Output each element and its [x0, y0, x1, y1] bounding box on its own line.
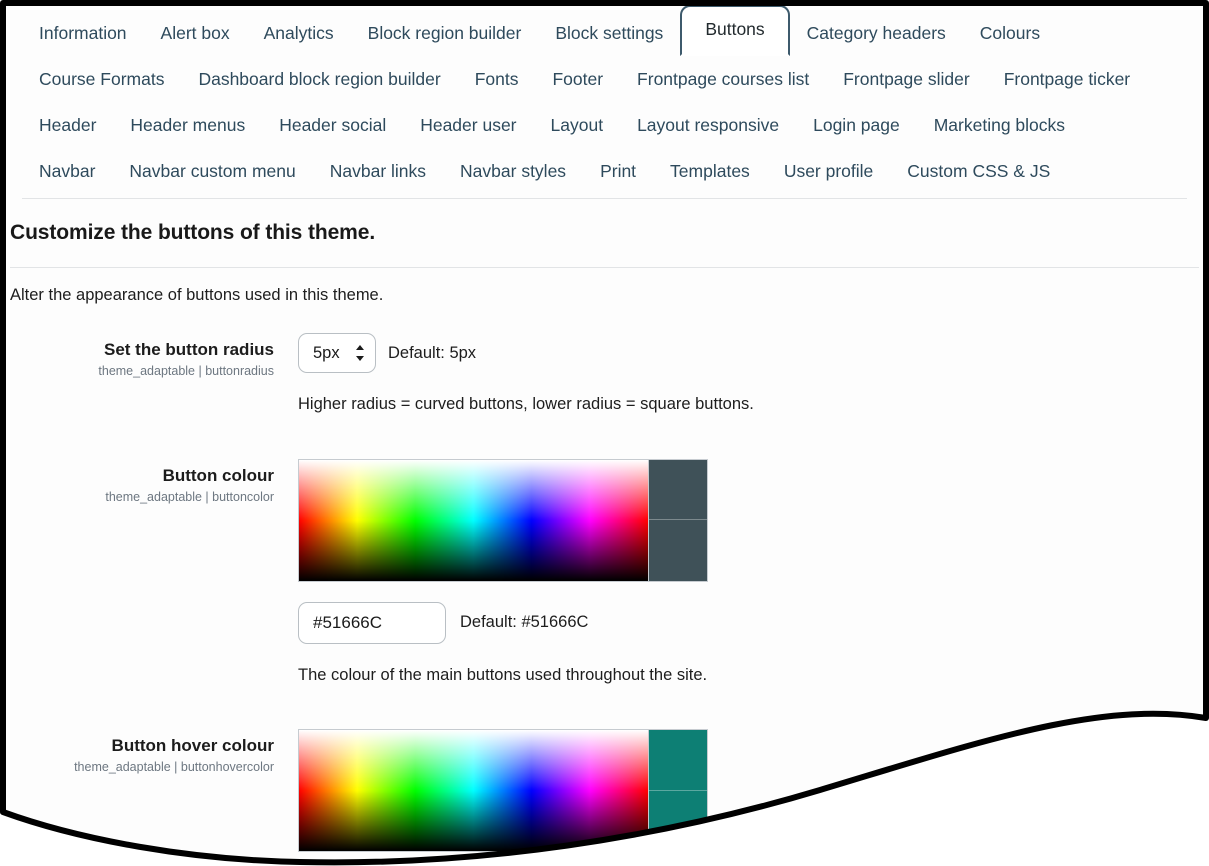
colour-swatch-group [649, 730, 707, 851]
tab-row: Header Header menus Header social Header us… [22, 100, 1187, 146]
tab-block-region-builder[interactable]: Block region builder [351, 13, 539, 55]
setting-control-column: Default: #51666C The colour of the main … [298, 459, 1199, 702]
setting-label-column: Button hover colour theme_adaptable | bu… [10, 729, 298, 774]
tab-header[interactable]: Header [22, 105, 113, 147]
colour-swatch-group [649, 460, 707, 581]
screenshot-root: Information Alert box Analytics Block regio… [0, 0, 1209, 866]
tab-header-user[interactable]: Header user [403, 105, 533, 147]
button-colour-default-note: Default: #51666C [460, 613, 589, 631]
button-colour-picker[interactable] [298, 459, 708, 582]
colour-gradient-area[interactable] [299, 460, 648, 581]
setting-control-column: 5px Default: 5px Higher radius = curved … [298, 333, 1199, 431]
colour-gradient-area[interactable] [299, 730, 648, 851]
setting-label: Button colour [162, 465, 274, 485]
page-title: Customize the buttons of this theme. [10, 221, 376, 244]
tab-marketing-blocks[interactable]: Marketing blocks [917, 105, 1082, 147]
tab-information[interactable]: Information [22, 13, 144, 55]
setting-label: Button hover colour [111, 736, 274, 755]
tab-templates[interactable]: Templates [653, 151, 767, 193]
setting-label: Set the button radius [104, 340, 274, 359]
tab-custom-css-js[interactable]: Custom CSS & JS [890, 151, 1067, 193]
theme-settings-tabs: Information Alert box Analytics Block regio… [0, 0, 1209, 199]
tab-course-formats[interactable]: Course Formats [22, 59, 181, 101]
tab-alert-box[interactable]: Alert box [144, 13, 247, 55]
tab-category-headers[interactable]: Category headers [790, 13, 963, 55]
tab-navbar-custom-menu[interactable]: Navbar custom menu [112, 151, 312, 193]
tab-frontpage-courses-list[interactable]: Frontpage courses list [620, 59, 826, 101]
colour-swatch-current[interactable] [649, 730, 707, 791]
setting-meta: theme_adaptable | buttoncolor [105, 489, 274, 504]
setting-label-column: Button colour theme_adaptable | buttonco… [10, 459, 298, 504]
tab-user-profile[interactable]: User profile [767, 151, 890, 193]
setting-button-hover-colour: Button hover colour theme_adaptable | bu… [10, 729, 1199, 866]
setting-button-colour: Button colour theme_adaptable | buttonco… [10, 459, 1199, 702]
tab-login-page[interactable]: Login page [796, 105, 917, 147]
page-intro-text: Alter the appearance of buttons used in … [10, 286, 384, 304]
button-hover-colour-picker[interactable] [298, 729, 708, 852]
tab-navbar[interactable]: Navbar [22, 151, 112, 193]
tab-analytics[interactable]: Analytics [247, 13, 351, 55]
tab-row: Navbar Navbar custom menu Navbar links Navb… [22, 146, 1187, 192]
tab-row: Course Formats Dashboard block region bui… [22, 54, 1187, 100]
tab-buttons[interactable]: Buttons [680, 5, 789, 57]
tab-footer[interactable]: Footer [535, 59, 620, 101]
button-radius-selected-value: 5px [313, 343, 340, 362]
chevron-up-down-icon [355, 345, 364, 361]
tab-rows: Information Alert box Analytics Block regio… [22, 8, 1187, 192]
setting-button-radius: Set the button radius theme_adaptable | … [10, 333, 1199, 431]
tab-colours[interactable]: Colours [963, 13, 1057, 55]
tab-frontpage-slider[interactable]: Frontpage slider [826, 59, 986, 101]
settings-list: Set the button radius theme_adaptable | … [0, 333, 1209, 866]
button-radius-default-note: Default: 5px [388, 343, 477, 362]
page-heading-block: Customize the buttons of this theme. Alt… [0, 199, 1209, 305]
colour-swatch-current[interactable] [649, 460, 707, 521]
button-colour-hex-row: Default: #51666C [298, 602, 1199, 644]
tab-row: Information Alert box Analytics Block regio… [22, 8, 1187, 54]
button-colour-description: The colour of the main buttons used thro… [298, 665, 708, 684]
button-radius-select[interactable]: 5px [298, 333, 376, 373]
setting-meta: theme_adaptable | buttonradius [98, 364, 274, 379]
setting-label-column: Set the button radius theme_adaptable | … [10, 333, 298, 378]
tab-header-menus[interactable]: Header menus [113, 105, 262, 147]
tab-frontpage-ticker[interactable]: Frontpage ticker [987, 59, 1147, 101]
button-colour-hex-input[interactable] [298, 602, 446, 644]
colour-swatch-preview[interactable] [649, 791, 707, 852]
tab-dashboard-block-region-builder[interactable]: Dashboard block region builder [181, 59, 457, 101]
tab-layout-responsive[interactable]: Layout responsive [620, 105, 796, 147]
tab-print[interactable]: Print [583, 151, 653, 193]
button-radius-description: Higher radius = curved buttons, lower ra… [298, 395, 754, 413]
setting-meta: theme_adaptable | buttonhovercolor [74, 760, 274, 775]
heading-divider [10, 267, 1199, 268]
tab-block-settings[interactable]: Block settings [538, 13, 680, 55]
tab-navbar-styles[interactable]: Navbar styles [443, 151, 583, 193]
tab-layout[interactable]: Layout [534, 105, 621, 147]
tab-fonts[interactable]: Fonts [458, 59, 536, 101]
setting-control-column: Default: #009688 [298, 729, 1199, 866]
tab-navbar-links[interactable]: Navbar links [313, 151, 443, 193]
tab-header-social[interactable]: Header social [262, 105, 403, 147]
colour-swatch-preview[interactable] [649, 520, 707, 581]
radius-control-row: 5px Default: 5px [298, 333, 1199, 373]
settings-page: Information Alert box Analytics Block regio… [0, 0, 1209, 866]
